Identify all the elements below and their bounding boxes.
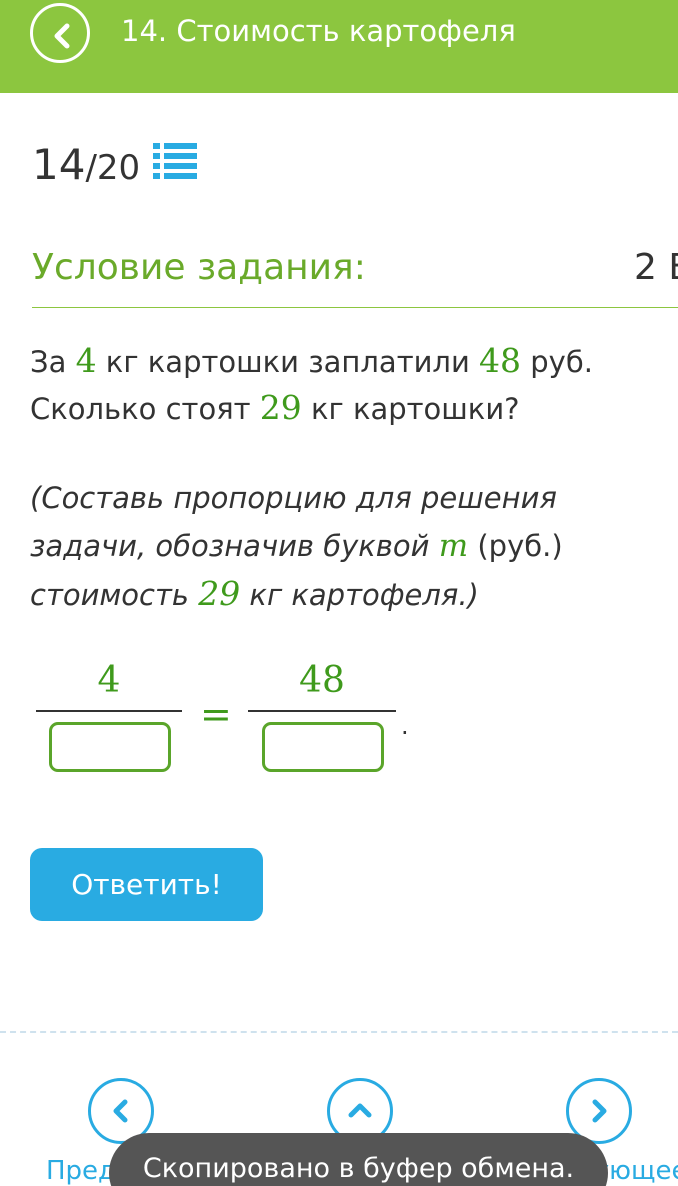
section-divider bbox=[32, 307, 678, 308]
page-title: 14. Стоимость картофеля bbox=[121, 14, 516, 48]
left-fraction-line bbox=[36, 710, 182, 712]
equation-period: . bbox=[401, 712, 409, 740]
hint-text-part: стоимость bbox=[30, 578, 199, 612]
condition-heading: Условие задания: bbox=[32, 247, 366, 288]
chevron-left-icon bbox=[113, 1099, 128, 1123]
task-list-icon[interactable] bbox=[153, 143, 197, 181]
task-text-part: кг картошки? bbox=[301, 392, 520, 426]
variable-m: m bbox=[438, 528, 469, 564]
left-denominator-input[interactable] bbox=[49, 722, 171, 772]
task-counter: 14/20 bbox=[32, 140, 140, 189]
task-text-part: За bbox=[30, 345, 76, 379]
task-number: 48 bbox=[479, 341, 522, 380]
hint-number: 29 bbox=[198, 574, 241, 613]
left-numerator: 4 bbox=[97, 660, 121, 701]
right-fraction-line bbox=[248, 710, 396, 712]
total-task-number: 20 bbox=[96, 148, 141, 188]
chevron-left-icon bbox=[54, 23, 70, 49]
counter-separator: / bbox=[85, 148, 97, 188]
answer-button[interactable]: Ответить! bbox=[30, 848, 263, 921]
chevron-right-icon bbox=[592, 1099, 607, 1123]
copied-toast: Скопировано в буфер обмена. bbox=[109, 1133, 608, 1186]
hint-text-part: кг картофеля.) bbox=[240, 578, 479, 612]
task-number: 29 bbox=[259, 388, 302, 427]
equals-sign: = bbox=[200, 692, 232, 736]
back-button[interactable] bbox=[30, 3, 90, 63]
chevron-up-icon bbox=[348, 1103, 372, 1118]
right-denominator-input[interactable] bbox=[262, 722, 384, 772]
hint-text-part: (руб.) bbox=[468, 529, 563, 563]
bottom-divider bbox=[0, 1031, 678, 1033]
app-header: 14. Стоимость картофеля bbox=[0, 0, 678, 93]
current-task-number: 14 bbox=[32, 140, 86, 189]
task-text: За 4 кг картошки заплатили 48 руб. Сколь… bbox=[30, 338, 660, 432]
right-numerator: 48 bbox=[299, 660, 345, 701]
points-label: 2 Б bbox=[634, 247, 678, 288]
task-text-part: кг картошки заплатили bbox=[96, 345, 480, 379]
task-number: 4 bbox=[75, 341, 97, 380]
hint-text: (Составь пропорцию для решения задачи, о… bbox=[30, 474, 670, 619]
